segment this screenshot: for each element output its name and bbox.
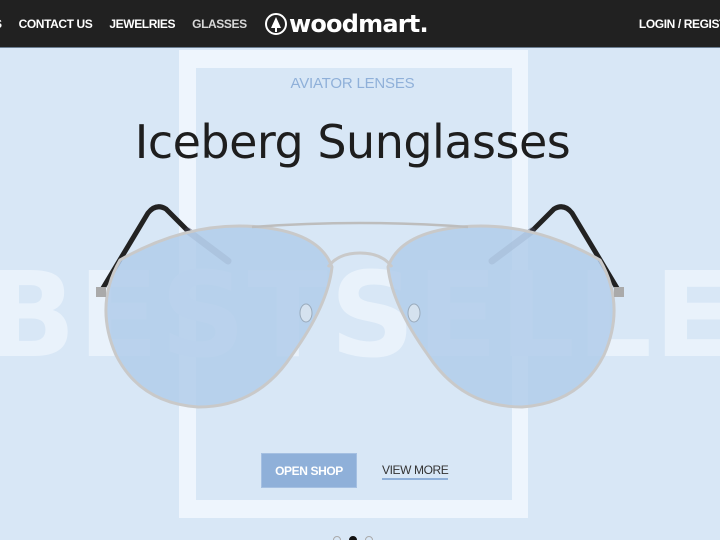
nav-item-contact-us[interactable]: CONTACT US [19,17,93,31]
nav-item-jewelries[interactable]: JEWELRIES [109,17,175,31]
nav-item-glasses[interactable]: GLASSES [192,17,247,31]
main-nav: S CONTACT US JEWELRIES GLASSES [0,0,264,48]
right-lens [386,224,616,409]
slider-dot-active[interactable] [349,536,357,540]
top-bridge [251,221,469,229]
left-lens [104,224,334,409]
login-register-link[interactable]: LOGIN / REGIST [639,0,720,48]
slider-dot[interactable] [365,536,373,540]
open-shop-button[interactable]: OPEN SHOP [261,453,357,488]
site-header: S CONTACT US JEWELRIES GLASSES woodmart.… [0,0,720,48]
slide-subtitle: AVIATOR LENSES [290,75,415,92]
site-logo[interactable]: woodmart. [265,8,429,40]
slider-pagination [333,536,373,540]
sunglasses-image [96,204,624,409]
slide-title: Iceberg Sunglasses [134,115,571,169]
view-more-link[interactable]: VIEW MORE [382,463,449,480]
slider-dot[interactable] [333,536,341,540]
logo-text: woodmart. [289,10,429,38]
nose-bridge [326,251,394,268]
tree-icon [265,13,287,35]
nav-item-truncated[interactable]: S [0,17,2,31]
